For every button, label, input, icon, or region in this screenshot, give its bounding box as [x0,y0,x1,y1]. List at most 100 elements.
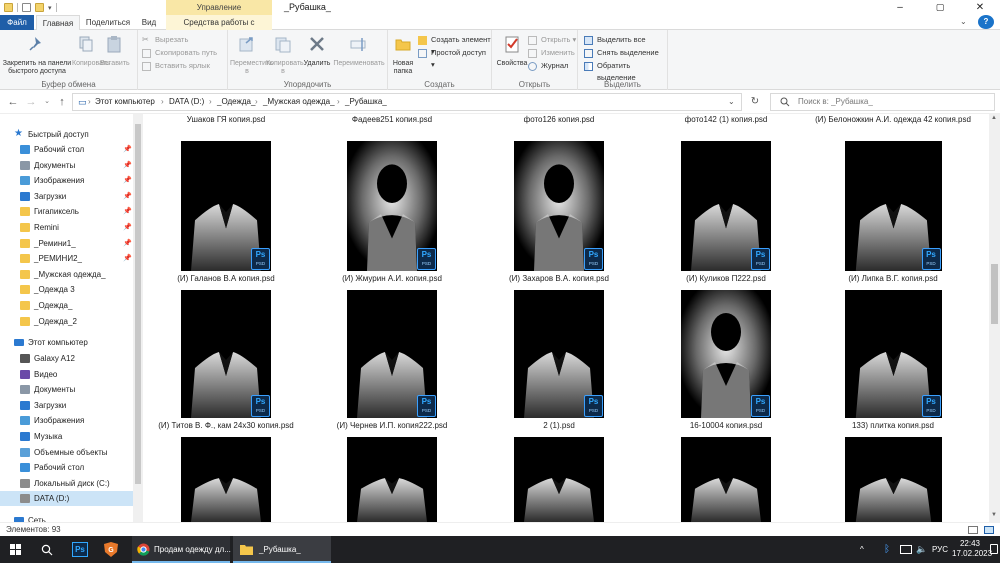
file-thumbnail[interactable]: Ps PSD [514,290,604,418]
file-thumbnail[interactable]: Ps PSD [181,290,271,418]
address-field[interactable]: ▭ › Этот компьютер › DATA (D:) › _Одежда… [72,93,742,111]
up-button[interactable]: ↑ [55,94,69,110]
volume-icon[interactable]: 🔈 [916,536,927,563]
paste-shortcut-button[interactable]: Вставить ярлык [142,60,210,72]
sidebar-item[interactable]: Загрузки 📌 [0,189,133,204]
sidebar-scrollbar[interactable] [133,114,143,522]
breadcrumb-item[interactable]: Этот компьютер [95,94,155,110]
pin-icon[interactable]: 📌 [123,158,132,173]
sidebar-item[interactable]: Объемные объекты [0,445,133,460]
tab-home[interactable]: Главная [36,15,80,31]
sidebar-item[interactable]: Загрузки [0,398,133,413]
copy-button[interactable]: Копировать [72,34,110,68]
forward-button[interactable]: → [24,94,38,110]
sidebar-item[interactable]: _Ремини1_ 📌 [0,236,133,251]
sidebar-item[interactable]: Galaxy A12 [0,351,133,366]
breadcrumb-item[interactable]: DATA (D:) [169,94,204,110]
file-thumbnail[interactable]: Ps PSD [514,141,604,271]
maximize-button[interactable]: ▢ [920,0,960,15]
select-none-button[interactable]: Снять выделение [584,47,659,59]
copy-to-button[interactable]: Копировать в [266,34,304,76]
scroll-up-icon[interactable]: ▲ [991,115,997,121]
chevron-down-icon[interactable]: ⌄ [960,17,967,26]
sidebar-item[interactable]: Рабочий стол 📌 [0,142,133,157]
sidebar-item[interactable]: _РЕМИНИ2_ 📌 [0,251,133,266]
file-thumbnail[interactable]: Ps PSD [347,290,437,418]
tab-picture-tools[interactable]: Средства работы с рисунками [166,15,272,42]
edit-button[interactable]: Изменить [528,47,575,59]
scrollbar-thumb[interactable] [135,124,141,484]
invert-selection-button[interactable]: Обратить выделение [584,60,667,82]
close-button[interactable]: ✕ [960,0,1000,15]
sidebar-item[interactable]: Документы 📌 [0,158,133,173]
pin-icon[interactable]: 📌 [123,204,132,219]
file-thumbnail[interactable]: Ps PSD [181,141,271,271]
minimize-button[interactable]: – [880,0,920,15]
sidebar-item[interactable]: _Одежда_2 [0,314,133,329]
sidebar-item[interactable]: Remini 📌 [0,220,133,235]
sidebar-item[interactable]: _Мужская одежда_ [0,267,133,282]
sidebar-network[interactable]: Сеть [0,513,133,522]
properties-button[interactable]: Свойства [494,34,530,68]
delete-button[interactable]: Удалить [302,34,332,68]
new-item-button[interactable]: Создать элемент ▾ [418,34,491,56]
file-thumbnail[interactable] [347,437,437,522]
clock[interactable]: 22:43 17.02.2023 [952,539,992,566]
taskbar-explorer-button[interactable]: _Рубашка_ [233,536,331,563]
breadcrumb-item[interactable]: _Рубашка_ [345,94,387,110]
file-thumbnail[interactable]: Ps PSD [681,290,771,418]
sidebar-this-pc[interactable]: Этот компьютер [0,335,133,350]
pin-quick-access-button[interactable]: Закрепить на панели быстрого доступа [2,34,72,76]
copy-path-button[interactable]: Скопировать путь [142,47,217,59]
back-button[interactable]: ← [6,94,20,110]
sidebar-item[interactable]: Локальный диск (C:) [0,476,133,491]
sidebar-quick-access[interactable]: ★ Быстрый доступ [0,127,133,142]
network-icon[interactable] [900,545,912,554]
folder-icon[interactable] [4,3,13,12]
file-thumbnail[interactable] [514,437,604,522]
select-all-button[interactable]: Выделить все [584,34,646,46]
sidebar-item[interactable]: Изображения 📌 [0,173,133,188]
help-icon[interactable]: ? [978,15,994,29]
file-thumbnail[interactable] [181,437,271,522]
pin-icon[interactable]: 📌 [123,251,132,266]
tab-file[interactable]: Файл [0,15,34,30]
chevron-down-icon[interactable]: ▾ [48,4,52,12]
pin-icon[interactable]: 📌 [123,220,132,235]
taskbar-chrome-button[interactable]: Продам одежду дл... [132,536,231,563]
language-indicator[interactable]: РУС [932,536,948,563]
breadcrumb-item[interactable]: _Мужская одежда_ [263,94,335,110]
move-to-button[interactable]: Переместить в [230,34,273,76]
sidebar-item[interactable]: Рабочий стол [0,460,133,475]
sidebar-item[interactable]: Музыка [0,429,133,444]
cut-button[interactable]: ✂ Вырезать [142,34,188,46]
chevron-up-icon[interactable]: ^ [860,536,864,563]
chevron-down-icon[interactable]: ⌄ [728,94,735,110]
scrollbar-thumb[interactable] [991,264,998,324]
windows-start-icon[interactable] [10,544,21,555]
file-thumbnail[interactable]: Ps PSD [347,141,437,271]
sidebar-item[interactable]: _Одежда 3 [0,282,133,297]
easy-access-button[interactable]: Простой доступ ▾ [418,47,491,69]
pin-icon[interactable]: 📌 [123,142,132,157]
new-folder-icon[interactable] [35,3,44,12]
tab-view[interactable]: Вид [136,15,162,30]
pin-icon[interactable]: 📌 [123,236,132,251]
file-thumbnail[interactable]: Ps PSD [844,141,942,271]
file-thumbnail[interactable]: Ps PSD [681,141,771,271]
file-thumbnail[interactable]: Ps PSD [844,290,942,418]
tab-share[interactable]: Поделиться [82,15,134,30]
sidebar-item[interactable]: _Одежда_ [0,298,133,313]
notifications-icon[interactable] [990,544,998,554]
sidebar-item[interactable]: Гигапиксель 📌 [0,204,133,219]
properties-icon[interactable] [22,3,31,12]
refresh-button[interactable]: ↻ [748,94,762,110]
file-thumbnail[interactable] [844,437,942,522]
sidebar-item[interactable]: Изображения [0,413,133,428]
breadcrumb-item[interactable]: _Одежда_ [217,94,255,110]
scroll-down-icon[interactable]: ▼ [991,512,997,518]
sidebar-item[interactable]: Документы [0,382,133,397]
file-thumbnail[interactable] [681,437,771,522]
rename-button[interactable]: Переименовать [332,34,386,68]
paste-button[interactable]: Вставить [100,34,130,68]
